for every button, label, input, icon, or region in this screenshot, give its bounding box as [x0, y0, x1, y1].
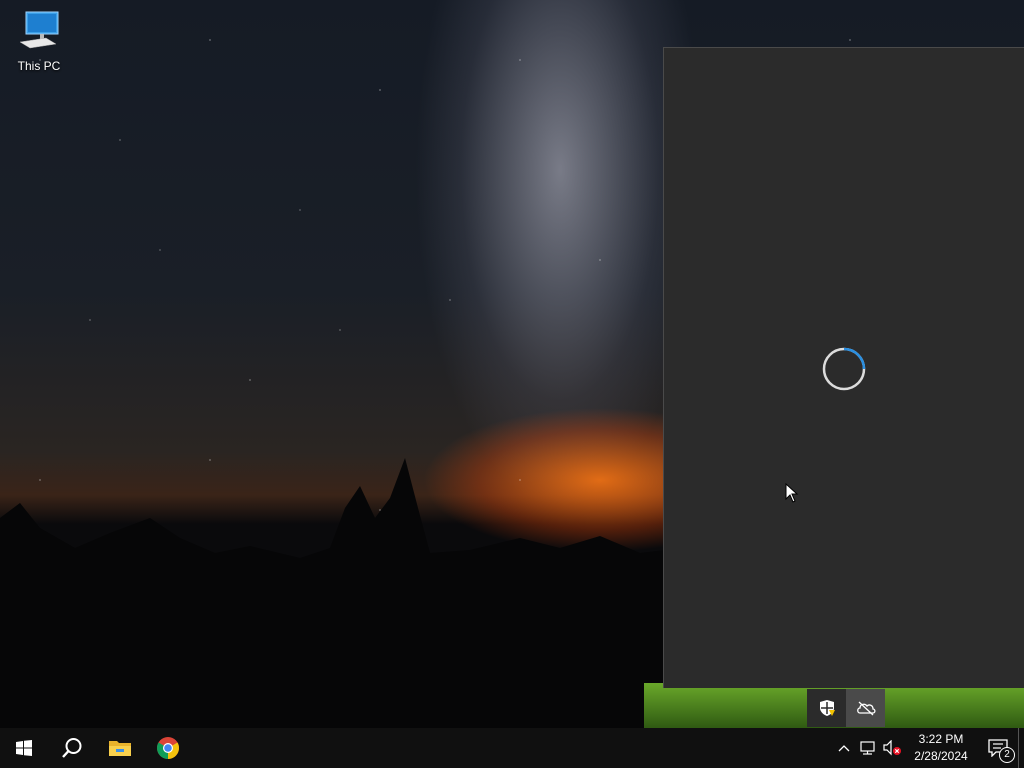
file-explorer-icon [109, 741, 131, 756]
taskbar-clock[interactable]: 3:22 PM 2/28/2024 [908, 731, 974, 765]
desktop-icon-label: This PC [17, 59, 61, 73]
notification-count-badge: 2 [999, 747, 1015, 763]
action-center-button[interactable]: 2 [978, 728, 1018, 768]
this-pc-icon [19, 11, 59, 49]
loading-flyout-panel [663, 47, 1024, 688]
volume-muted-icon [883, 740, 901, 756]
system-tray: 3:22 PM 2/28/2024 2 [832, 728, 1024, 768]
volume-tray-button[interactable] [880, 728, 904, 768]
network-disconnected-icon [860, 741, 875, 755]
show-desktop-button[interactable] [1018, 728, 1024, 768]
clock-time: 3:22 PM [918, 732, 964, 746]
network-tray-button[interactable] [856, 728, 880, 768]
onedrive-tray-button[interactable] [846, 689, 885, 727]
desktop-icon-this-pc[interactable]: This PC [10, 8, 68, 73]
windows-security-warning-icon [819, 700, 835, 716]
chrome-button[interactable] [144, 728, 192, 768]
chrome-icon [157, 737, 179, 759]
clock-date: 2/28/2024 [914, 749, 968, 763]
chevron-up-icon [838, 745, 850, 752]
mouse-cursor-icon [785, 483, 799, 503]
onedrive-offline-icon [856, 701, 876, 716]
loading-spinner-icon [822, 347, 866, 391]
start-button[interactable] [0, 728, 48, 768]
file-explorer-button[interactable] [96, 728, 144, 768]
windows-start-icon [16, 740, 32, 756]
windows-security-tray-button[interactable] [807, 689, 846, 727]
tray-overflow-popup [807, 689, 885, 727]
show-hidden-icons-button[interactable] [832, 728, 856, 768]
search-icon [62, 738, 82, 758]
search-button[interactable] [48, 728, 96, 768]
taskbar: 3:22 PM 2/28/2024 2 [0, 728, 1024, 768]
